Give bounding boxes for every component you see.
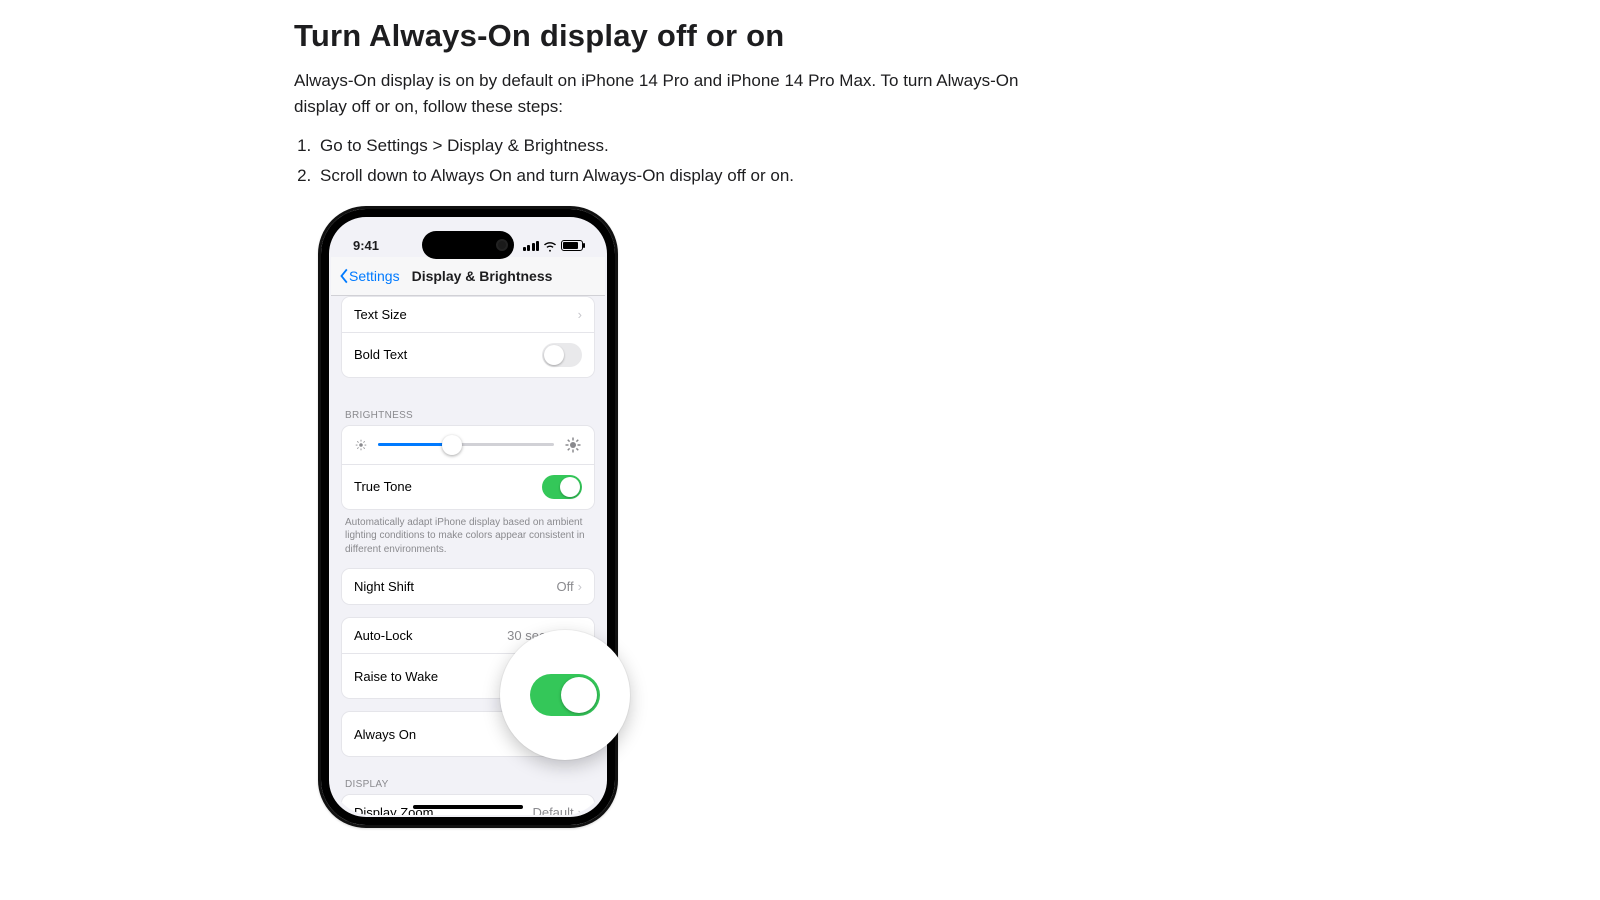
row-label: Text Size [354, 307, 407, 322]
row-text-size[interactable]: Text Size › [342, 297, 594, 332]
battery-icon [561, 240, 583, 251]
settings-group-brightness: BRIGHTNESS True Tone [341, 400, 595, 569]
magnifier-callout [500, 630, 630, 760]
chevron-right-icon: › [578, 307, 582, 322]
section-label: BRIGHTNESS [341, 400, 595, 425]
back-label: Settings [349, 268, 400, 284]
section-label: DISPLAY [341, 769, 595, 794]
camera-icon [496, 239, 508, 251]
row-brightness-slider[interactable] [342, 426, 594, 464]
home-indicator [413, 805, 523, 809]
chevron-right-icon: › [578, 579, 582, 594]
brightness-slider[interactable] [378, 443, 554, 446]
cellular-icon [523, 241, 540, 251]
dynamic-island [422, 231, 514, 259]
status-indicators [523, 239, 584, 253]
row-label: Always On [354, 727, 416, 742]
sun-small-icon [354, 438, 368, 452]
row-night-shift[interactable]: Night Shift Off › [342, 569, 594, 604]
settings-group-text: Text Size › Bold Text [341, 296, 595, 378]
row-label: Night Shift [354, 579, 414, 594]
row-label: Auto-Lock [354, 628, 413, 643]
chevron-right-icon: › [578, 805, 582, 815]
nav-header: Settings Display & Brightness [331, 257, 605, 296]
row-value: Default [532, 805, 573, 815]
row-label: True Tone [354, 479, 412, 494]
status-time: 9:41 [353, 238, 379, 253]
toggle-true-tone[interactable] [542, 475, 582, 499]
toggle-bold-text[interactable] [542, 343, 582, 367]
phone-illustration: 9:41 Settings Display & Brig [318, 206, 618, 828]
wifi-icon [543, 239, 557, 253]
settings-group-nightshift: Night Shift Off › [341, 568, 595, 605]
support-article-page: Turn Always-On display off or on Always-… [0, 0, 1600, 900]
row-true-tone[interactable]: True Tone [342, 464, 594, 509]
nav-title: Display & Brightness [412, 268, 553, 284]
section-footer: Automatically adapt iPhone display based… [341, 510, 595, 569]
row-value: Off [557, 579, 574, 594]
step-item: Go to Settings > Display & Brightness. [316, 131, 1094, 162]
chevron-left-icon [337, 267, 349, 285]
row-label: Raise to Wake [354, 669, 438, 684]
sun-large-icon [564, 436, 582, 454]
row-bold-text[interactable]: Bold Text [342, 332, 594, 377]
back-button[interactable]: Settings [337, 267, 400, 285]
article-heading: Turn Always-On display off or on [294, 18, 1094, 54]
toggle-always-on-magnified [530, 674, 600, 716]
step-item: Scroll down to Always On and turn Always… [316, 161, 1094, 192]
article-content: Turn Always-On display off or on Always-… [294, 18, 1094, 828]
steps-list: Go to Settings > Display & Brightness. S… [294, 131, 1094, 192]
article-intro: Always-On display is on by default on iP… [294, 68, 1074, 121]
row-label: Bold Text [354, 347, 407, 362]
